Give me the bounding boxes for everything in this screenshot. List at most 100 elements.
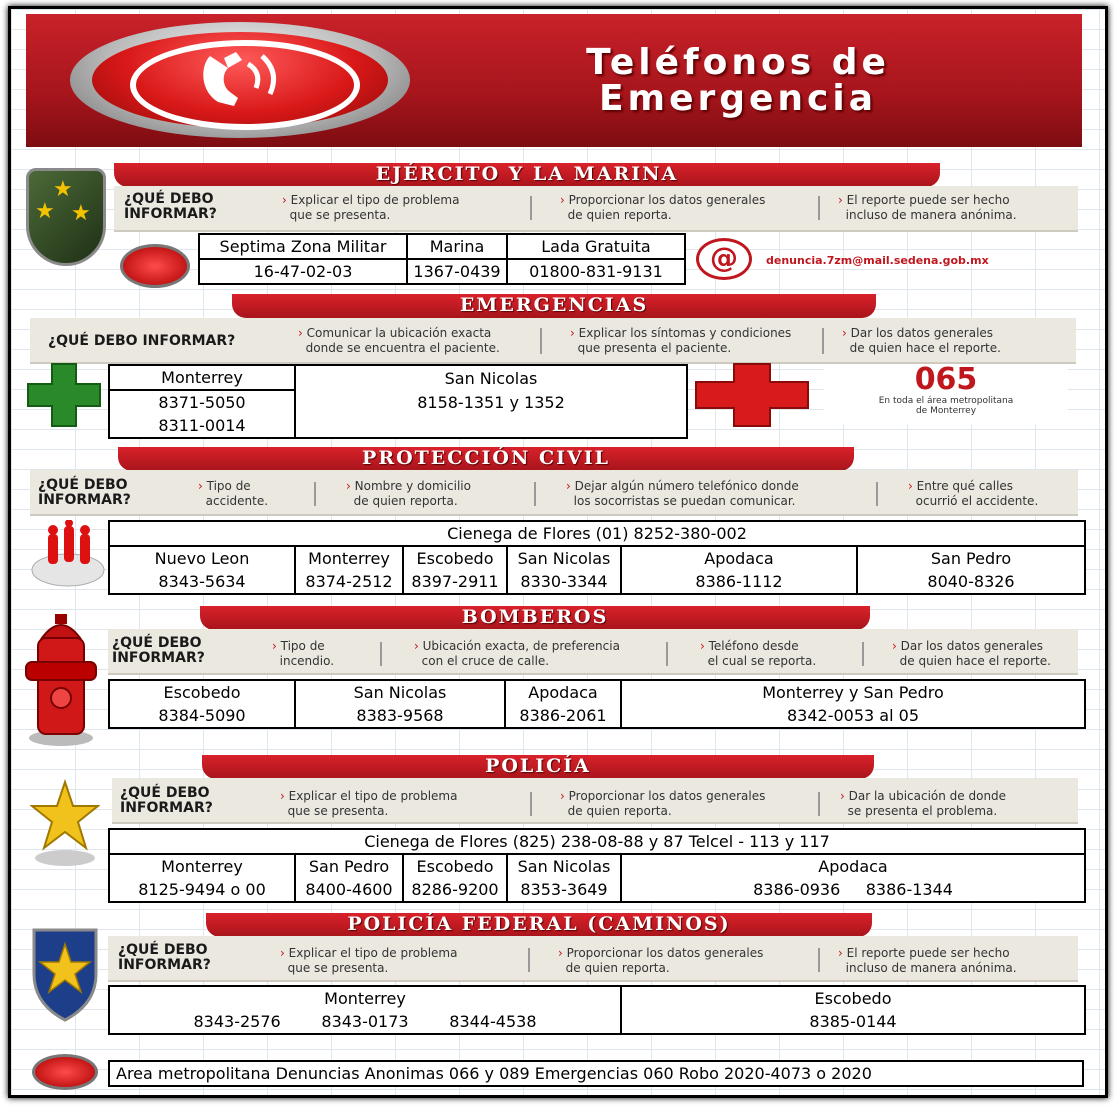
divider [380,642,382,666]
info-note: › Explicar el tipo de problema que se pr… [280,946,458,975]
info-note: › Dejar algún número telefónico donde lo… [566,479,799,508]
phone-table-emergencias: Monterrey San Nicolas 8371-5050 8158-1351 … [108,364,688,439]
cell-location: Apodaca [619,853,1087,878]
cell-location: Escobedo [402,853,508,878]
info-note: › Dar los datos generales de quien hace … [892,639,1051,668]
divider [822,328,824,354]
cell-phone: 16-47-02-03 [198,258,408,285]
cell-phone: 8311-0014 [108,414,296,439]
question-label: ¿QUÉ DEBO INFORMAR? [38,477,131,508]
info-note: › El reporte puede ser hecho incluso de … [838,193,1017,222]
cell-location: San Nicolas [506,545,622,570]
email-address: denuncia.7zm@mail.sedena.gob.mx [766,254,989,267]
red-cross-icon [694,362,810,432]
divider [314,482,316,506]
cell-location: Apodaca [620,545,858,570]
cell-location: Lada Gratuita [506,233,686,260]
cell-phone: 8383-9568 [294,704,506,729]
phone-icon [32,1054,98,1090]
section-ribbon-proteccion: PROTECCIÓN CIVIL [118,447,854,471]
cell-phone: 8353-3649 [506,878,622,903]
cell-location: San Pedro [856,545,1086,570]
divider [666,642,668,666]
divider [528,948,530,972]
info-note: › Nombre y domicilio de quien reporta. [346,479,471,508]
section-ribbon-bomberos: BOMBEROS [200,606,870,630]
question-label: ¿QUÉ DEBO INFORMAR? [48,333,236,349]
divider [530,792,532,816]
cell-phone: 8371-5050 [108,390,296,414]
info-note: › Entre qué calles ocurrió el accidente. [908,479,1039,508]
green-cross-icon [26,362,102,432]
divider [818,196,820,220]
info-note: › Tipo de incendio. [272,639,335,668]
civil-protection-icon [28,519,106,594]
cell-phone: 01800-831-9131 [506,258,686,285]
cell-location: Escobedo [402,545,508,570]
fire-hydrant-icon [24,612,98,752]
info-note: › Proporcionar los datos generales de qu… [560,193,766,222]
badge-number: 065 [914,362,978,397]
empty-cell [294,414,688,439]
cell-phone: 8385-0144 [620,1010,1086,1035]
cell-phone: 1367-0439 [406,258,508,285]
cell-phone: 8400-4600 [294,878,404,903]
cell-phone: 8343-2576 8343-0173 8344-4538 [108,1010,622,1035]
info-note: › Proporcionar los datos generales de qu… [560,789,766,818]
military-shield-icon: ★ ★ ★ [26,168,106,266]
phone-icon [120,244,190,288]
section-ribbon-ejercito: EJÉRCITO Y LA MARINA [114,163,940,187]
info-note: › El reporte puede ser hecho incluso de … [838,946,1017,975]
cell-phone: 8397-2911 [402,570,508,595]
info-note: › Explicar el tipo de problema que se pr… [282,193,460,222]
section-ribbon-emergencias: EMERGENCIAS [232,294,876,318]
cell-top-row: Cienega de Flores (825) 238-08-88 y 87 T… [107,828,1087,855]
cell-location: Escobedo [620,985,1086,1010]
info-note: › Dar la ubicación de donde se presenta … [840,789,1007,818]
divider [818,948,820,972]
cell-phone: 8386-0936 8386-1344 [619,878,1087,903]
info-note: › Comunicar la ubicación exacta donde se… [298,326,500,355]
cell-location: San Nicolas [294,679,506,704]
cell-phone: 8330-3344 [506,570,622,595]
cell-location: San Nicolas [506,853,622,878]
footer-line: Area metropolitana Denuncias Anonimas 06… [108,1060,1084,1087]
cell-location: Monterrey [108,853,296,878]
police-star-icon [29,778,101,872]
cell-location: Apodaca [504,679,622,704]
cell-location: Septima Zona Militar [198,233,408,260]
cell-location: Monterrey [294,545,404,570]
info-note: › Explicar el tipo de problema que se pr… [280,789,458,818]
info-note: › Tipo de accidente. [198,479,269,508]
phone-table-policia: Cienega de Flores (825) 238-08-88 y 87 T… [107,828,1087,903]
emergency-065-badge: 065 En toda el área metropolitana de Mon… [824,364,1068,424]
cell-location: San Pedro [294,853,404,878]
cell-top-row: Cienega de Flores (01) 8252-380-002 [108,520,1086,547]
cell-phone: 8040-8326 [856,570,1086,595]
cell-phone: 8386-1112 [620,570,858,595]
badge-text: En toda el área metropolitana [878,396,1014,406]
info-note: › Ubicación exacta, de preferencia con e… [414,639,620,668]
cell-location: San Nicolas [294,364,688,390]
section-ribbon-policia: POLICÍA [202,755,874,779]
divider [876,482,878,506]
cell-location: Monterrey y San Pedro [620,679,1086,704]
question-label: ¿QUÉ DEBO INFORMAR? [118,942,211,973]
info-note: › Dar los datos generales de quien hace … [842,326,1001,355]
cell-phone: 8158-1351 y 1352 [294,390,688,414]
phone-table-proteccion: Cienega de Flores (01) 8252-380-002 Nuev… [108,520,1086,595]
phone-handset-icon [170,46,310,112]
divider [534,482,536,506]
badge-text: de Monterrey [915,406,977,416]
info-note: › Explicar los síntomas y condiciones qu… [570,326,792,355]
cell-phone: 8374-2512 [294,570,404,595]
phone-table-bomberos: Escobedo San Nicolas Apodaca Monterrey y Sa… [108,679,1086,729]
cell-phone: 8125-9494 o 00 [108,878,296,903]
phone-table-federal: Monterrey Escobedo 8343-2576 8343-0173 83… [108,985,1086,1035]
page-title-line2: Emergencia [598,78,878,119]
cell-location: Marina [406,233,508,260]
info-note: › Proporcionar los datos generales de qu… [558,946,764,975]
cell-phone: 8386-2061 [504,704,622,729]
cell-location: Nuevo Leon [108,545,296,570]
footer-table: Area metropolitana Denuncias Anonimas 06… [108,1060,1084,1087]
